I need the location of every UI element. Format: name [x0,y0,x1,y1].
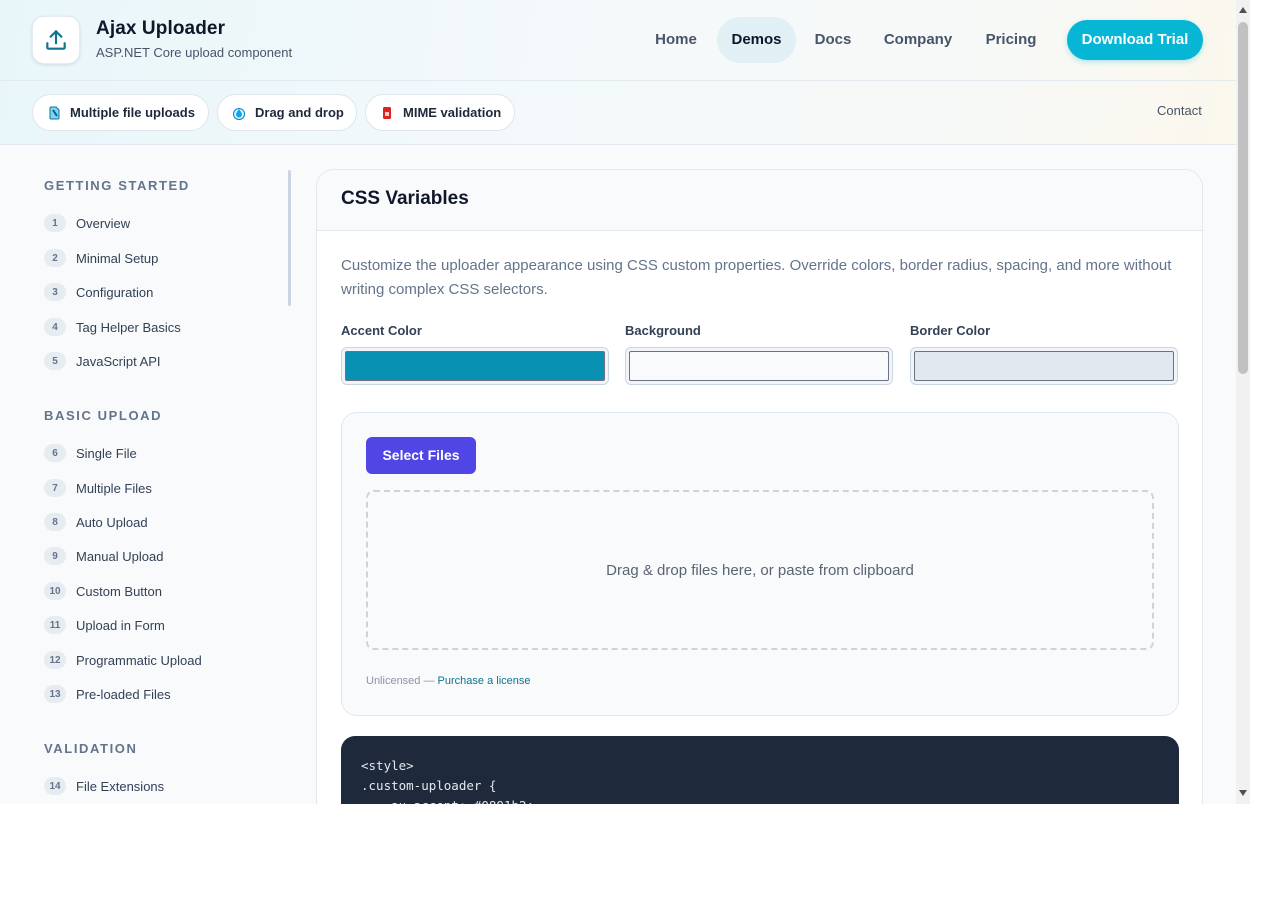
item-number: 5 [44,352,66,370]
code-line: --au-accent: #0891b2; [361,796,1159,804]
item-label: JavaScript API [76,353,161,369]
download-trial-button[interactable]: Download Trial [1067,20,1203,60]
item-label: Tag Helper Basics [76,319,181,335]
item-label: Manual Upload [76,548,164,564]
item-number: 4 [44,318,66,336]
nav-company[interactable]: Company [872,17,964,63]
item-number: 11 [44,616,66,634]
site-header: Ajax Uploader ASP.NET Core upload compon… [0,0,1236,145]
border-color-label: Border Color [910,323,991,338]
page-viewport: Ajax Uploader ASP.NET Core upload compon… [0,0,1236,804]
item-label: Pre-loaded Files [76,686,171,702]
item-label: Programmatic Upload [76,652,202,668]
uploader-container: Select Files Drag & drop files here, or … [341,412,1179,716]
accent-color-swatch [345,351,605,381]
purchase-license-link[interactable]: Purchase a license [438,675,531,687]
section-title-getting-started: GETTING STARTED [44,178,190,193]
background-color-input[interactable] [625,347,893,385]
sidebar-item-tag-helper-basics[interactable]: 4 Tag Helper Basics [44,317,181,337]
background-label: Background [625,323,701,338]
item-number: 7 [44,479,66,497]
item-number: 14 [44,777,66,795]
scrollbar-thumb[interactable] [1238,22,1248,374]
sidebar-item-single-file[interactable]: 6 Single File [44,443,137,463]
item-label: File Extensions [76,778,165,794]
nav-home[interactable]: Home [641,17,711,63]
drop-icon [232,106,246,120]
upload-icon [46,30,66,50]
item-number: 3 [44,283,66,301]
sidebar-item-minimal-setup[interactable]: 2 Minimal Setup [44,248,158,268]
item-label: Custom Button [76,583,162,599]
item-label: Single File [76,445,137,461]
scroll-up-arrow-icon[interactable] [1239,7,1247,13]
accent-color-input[interactable] [341,347,609,385]
chip-drag-and-drop[interactable]: Drag and drop [217,94,357,131]
intro-text: Customize the uploader appearance using … [341,257,1172,298]
item-label: Overview [76,215,131,231]
background-color-swatch [629,351,889,381]
sidebar-item-multiple-files[interactable]: 7 Multiple Files [44,478,152,498]
sidebar-item-pre-loaded-files[interactable]: 13 Pre-loaded Files [44,684,171,704]
item-number: 10 [44,582,66,600]
sidebar-item-upload-in-form[interactable]: 11 Upload in Form [44,615,165,635]
sidebar-item-file-extensions[interactable]: 14 File Extensions [44,776,164,796]
logo[interactable] [32,16,80,64]
page-title: CSS Variables [341,188,469,209]
dropzone[interactable]: Drag & drop files here, or paste from cl… [366,490,1154,650]
sidebar-item-configuration[interactable]: 3 Configuration [44,282,153,302]
file-lock-icon [380,106,394,120]
item-label: Auto Upload [76,514,148,530]
chip-label: MIME validation [403,105,502,120]
item-number: 12 [44,651,66,669]
code-line: <style> [361,758,414,773]
files-icon [47,106,61,120]
contact-link[interactable]: Contact [1157,103,1202,118]
border-color-input[interactable] [910,347,1178,385]
code-block: <style> .custom-uploader { --au-accent: #… [341,736,1179,804]
sidebar-item-overview[interactable]: 1 Overview [44,213,130,233]
accent-color-label: Accent Color [341,323,422,338]
chip-label: Drag and drop [255,105,344,120]
brand-subtitle: ASP.NET Core upload component [96,45,293,60]
item-label: Upload in Form [76,617,165,633]
chip-label: Multiple file uploads [70,105,195,120]
demo-card: CSS Variables Customize the uploader app… [316,169,1203,804]
item-number: 9 [44,547,66,565]
sidebar-item-custom-button[interactable]: 10 Custom Button [44,581,162,601]
license-text: Unlicensed — [366,675,435,687]
border-color-swatch [914,351,1174,381]
dropzone-text: Drag & drop files here, or paste from cl… [606,561,914,579]
item-label: Multiple Files [76,480,152,496]
sidebar-item-programmatic-upload[interactable]: 12 Programmatic Upload [44,650,202,670]
page-scrollbar[interactable] [1236,0,1250,804]
item-number: 2 [44,249,66,267]
nav-pricing[interactable]: Pricing [974,17,1048,63]
sidebar-item-manual-upload[interactable]: 9 Manual Upload [44,546,163,566]
item-number: 13 [44,685,66,703]
scroll-down-arrow-icon[interactable] [1239,790,1247,796]
sidebar-scroll-indicator[interactable] [288,170,291,306]
select-files-button[interactable]: Select Files [366,437,476,474]
sidebar: GETTING STARTED 1 Overview 2 Minimal Setup… [0,145,300,804]
sidebar-item-javascript-api[interactable]: 5 JavaScript API [44,351,161,371]
nav-docs[interactable]: Docs [803,17,863,63]
item-number: 1 [44,214,66,232]
section-title-validation: VALIDATION [44,741,138,756]
section-title-basic-upload: BASIC UPLOAD [44,408,163,423]
top-bar: Ajax Uploader ASP.NET Core upload compon… [0,0,1236,81]
nav-demos[interactable]: Demos [717,17,796,63]
chip-mime-validation[interactable]: MIME validation [365,94,515,131]
item-label: Configuration [76,284,154,300]
item-label: Minimal Setup [76,250,159,266]
license-notice: Unlicensed — Purchase a license [366,675,531,687]
chip-multiple-file-uploads[interactable]: Multiple file uploads [32,94,209,131]
code-line: .custom-uploader { [361,778,497,793]
brand-title[interactable]: Ajax Uploader [96,18,225,40]
sidebar-item-auto-upload[interactable]: 8 Auto Upload [44,512,148,532]
item-number: 6 [44,444,66,462]
item-number: 8 [44,513,66,531]
